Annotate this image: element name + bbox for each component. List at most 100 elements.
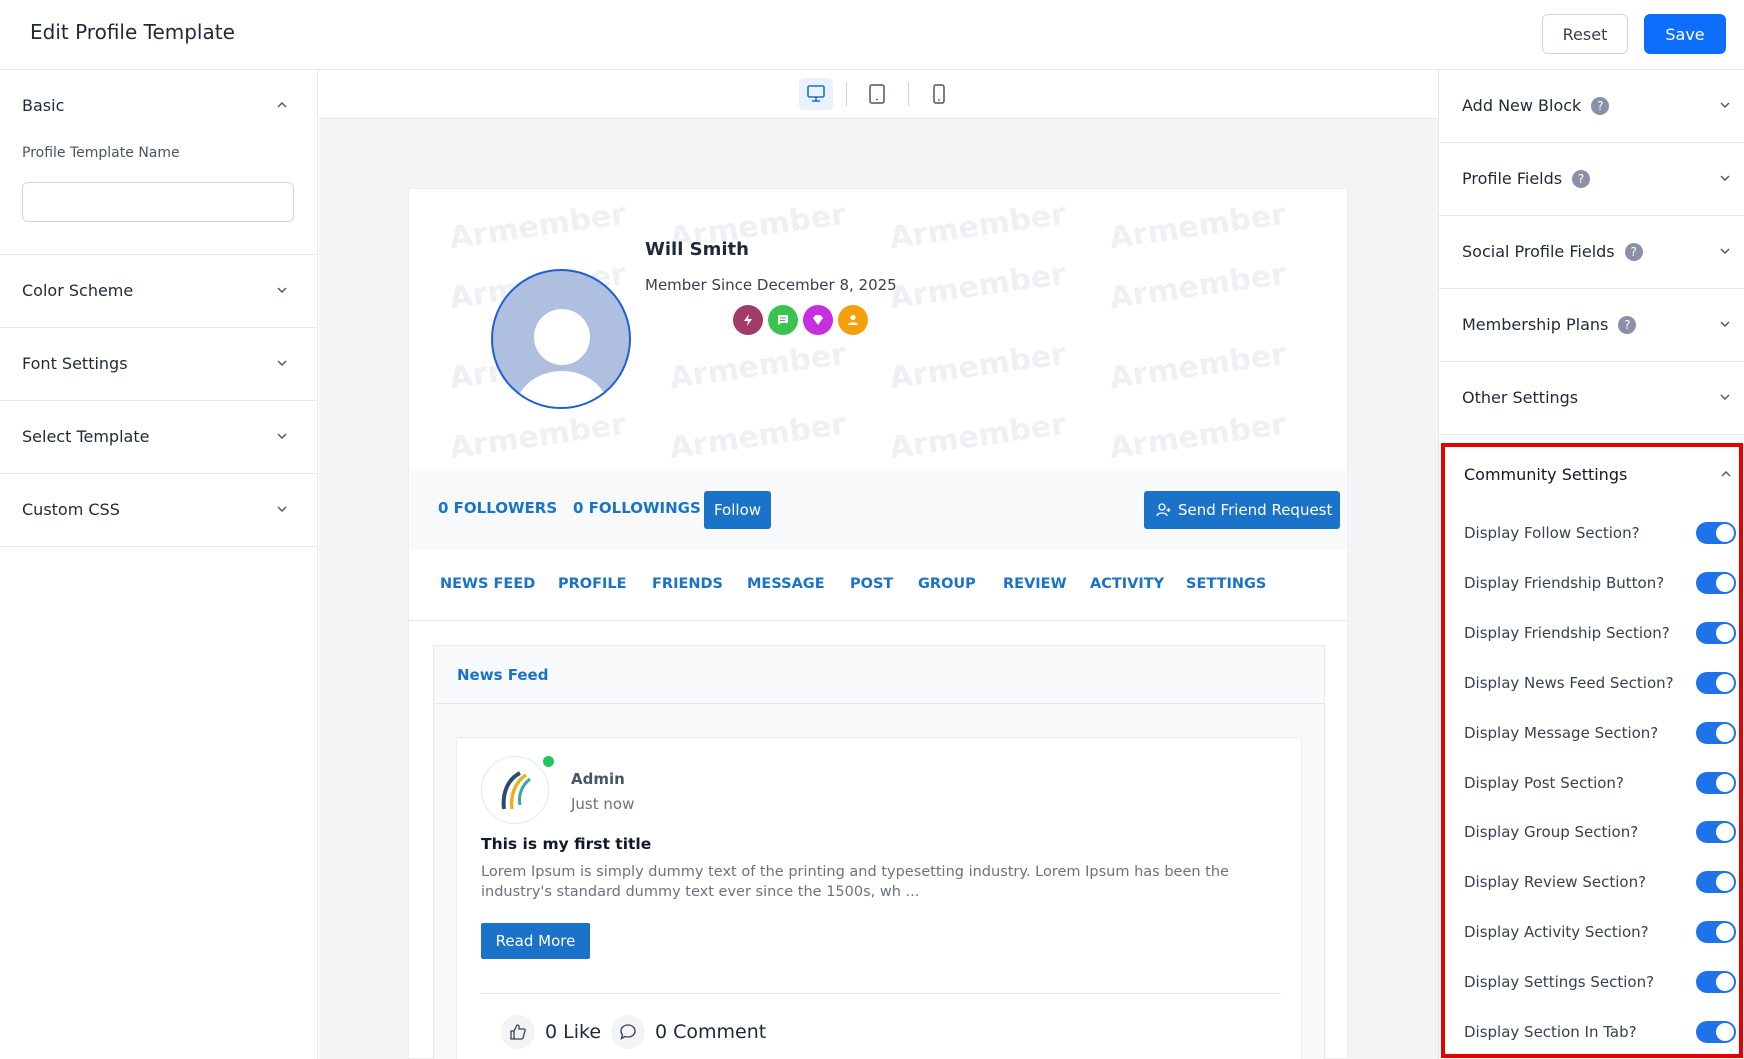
watermark: Armember (887, 256, 1069, 317)
save-button[interactable]: Save (1644, 14, 1726, 54)
chevron-up-icon[interactable] (1717, 465, 1735, 483)
group-section-switch[interactable] (1696, 821, 1736, 843)
watermark: Armember (667, 336, 849, 397)
membership-plans-section[interactable]: Membership Plans? (1439, 289, 1744, 362)
tab-activity[interactable]: ACTIVITY (1090, 576, 1164, 592)
toggle-label: Display News Feed Section? (1464, 674, 1674, 692)
watermark: Armember (1107, 336, 1289, 397)
community-settings-title[interactable]: Community Settings (1464, 465, 1627, 484)
color-scheme-section[interactable]: Color Scheme (0, 255, 317, 328)
news-feed-panel: News Feed Admin Just now This is my firs… (433, 645, 1325, 1059)
select-template-section[interactable]: Select Template (0, 401, 317, 474)
basic-section: Basic Profile Template Name (0, 70, 317, 255)
badge-bolt[interactable] (733, 305, 763, 335)
tab-review[interactable]: REVIEW (1003, 576, 1067, 592)
post-time: Just now (571, 795, 635, 813)
settings-section-switch[interactable] (1696, 971, 1736, 993)
post-author-avatar[interactable] (481, 756, 549, 824)
watermark: Armember (447, 406, 629, 467)
social-profile-fields-title: Social Profile Fields? (1462, 242, 1643, 261)
badge-user[interactable] (838, 305, 868, 335)
tab-friends[interactable]: FRIENDS (652, 576, 723, 592)
add-new-block-title: Add New Block? (1462, 96, 1610, 115)
thumbs-up-icon (510, 1024, 526, 1040)
user-icon (848, 314, 858, 325)
reset-button[interactable]: Reset (1542, 14, 1628, 54)
tab-settings[interactable]: SETTINGS (1186, 576, 1266, 592)
bolt-icon (744, 314, 752, 326)
toggle-row-post: Display Post Section? (1464, 769, 1740, 799)
font-settings-section[interactable]: Font Settings (0, 328, 317, 401)
followers-count[interactable]: 0 FOLLOWERS (438, 499, 557, 517)
tab-post[interactable]: POST (850, 576, 893, 592)
watermark: Armember (1107, 406, 1289, 467)
add-new-block-section[interactable]: Add New Block? (1439, 70, 1744, 143)
like-count: 0 Like (545, 1021, 602, 1043)
chevron-down-icon (1720, 175, 1730, 181)
follow-button[interactable]: Follow (704, 491, 771, 529)
chevron-down-icon (1720, 102, 1730, 108)
badge-chat[interactable] (768, 305, 798, 335)
news-feed-title: News Feed (457, 666, 549, 684)
toggle-label: Display Friendship Button? (1464, 574, 1665, 592)
chevron-down-icon (277, 360, 287, 366)
tab-profile[interactable]: PROFILE (558, 576, 627, 592)
news-feed-section-switch[interactable] (1696, 672, 1736, 694)
mobile-icon (933, 84, 945, 104)
watermark: Armember (887, 196, 1069, 257)
toggle-label: Display Activity Section? (1464, 923, 1649, 941)
avatar-body-shape (515, 371, 609, 407)
profile-fields-section[interactable]: Profile Fields? (1439, 143, 1744, 216)
like-icon-wrap (501, 1015, 535, 1049)
mobile-view-button[interactable] (922, 78, 956, 110)
avatar[interactable] (491, 269, 631, 409)
tab-group[interactable]: GROUP (918, 576, 976, 592)
help-icon[interactable]: ? (1572, 170, 1591, 188)
custom-css-section[interactable]: Custom CSS (0, 474, 317, 547)
activity-section-switch[interactable] (1696, 921, 1736, 943)
desktop-view-button[interactable] (799, 78, 833, 110)
basic-section-title[interactable]: Basic (22, 96, 64, 115)
social-profile-fields-label: Social Profile Fields (1462, 242, 1615, 261)
help-icon[interactable]: ? (1624, 243, 1643, 261)
follow-section-switch[interactable] (1696, 522, 1736, 544)
tab-news-feed[interactable]: NEWS FEED (440, 576, 535, 592)
profile-fields-title: Profile Fields? (1462, 169, 1591, 188)
news-feed-header: News Feed (434, 646, 1324, 704)
tab-message[interactable]: MESSAGE (747, 576, 825, 592)
toggle-row-news-feed: Display News Feed Section? (1464, 669, 1740, 699)
watermark: Armember (887, 406, 1069, 467)
toggle-label: Display Settings Section? (1464, 973, 1655, 991)
tablet-view-button[interactable] (860, 78, 894, 110)
help-icon[interactable]: ? (1618, 316, 1637, 334)
message-section-switch[interactable] (1696, 722, 1736, 744)
watermark: Armember (887, 336, 1069, 397)
friendship-section-switch[interactable] (1696, 622, 1736, 644)
friendship-button-switch[interactable] (1696, 572, 1736, 594)
section-in-tab-switch[interactable] (1696, 1021, 1736, 1043)
post-section-switch[interactable] (1696, 772, 1736, 794)
chevron-down-icon (1720, 394, 1730, 400)
post-divider (481, 993, 1281, 994)
post-excerpt: Lorem Ipsum is simply dummy text of the … (481, 864, 1229, 900)
chevron-down-icon (277, 287, 287, 293)
followings-count[interactable]: 0 FOLLOWINGS (573, 499, 701, 517)
post-title: This is my first title (481, 835, 652, 853)
send-friend-request-label: Send Friend Request (1178, 501, 1333, 519)
badge-diamond[interactable] (803, 305, 833, 335)
template-name-label: Profile Template Name (22, 145, 180, 161)
device-switcher (319, 70, 1438, 119)
chevron-up-icon[interactable] (273, 96, 291, 114)
post-author[interactable]: Admin (571, 770, 625, 788)
review-section-switch[interactable] (1696, 871, 1736, 893)
send-friend-request-button[interactable]: Send Friend Request (1144, 491, 1340, 529)
custom-css-title: Custom CSS (22, 500, 120, 519)
help-icon[interactable]: ? (1591, 97, 1610, 115)
chat-icon (778, 315, 788, 325)
read-more-button[interactable]: Read More (481, 923, 590, 959)
social-profile-fields-section[interactable]: Social Profile Fields? (1439, 216, 1744, 289)
device-divider (908, 82, 909, 106)
other-settings-section[interactable]: Other Settings (1439, 362, 1744, 435)
template-name-input[interactable] (22, 182, 294, 222)
toggle-label: Display Review Section? (1464, 873, 1647, 891)
